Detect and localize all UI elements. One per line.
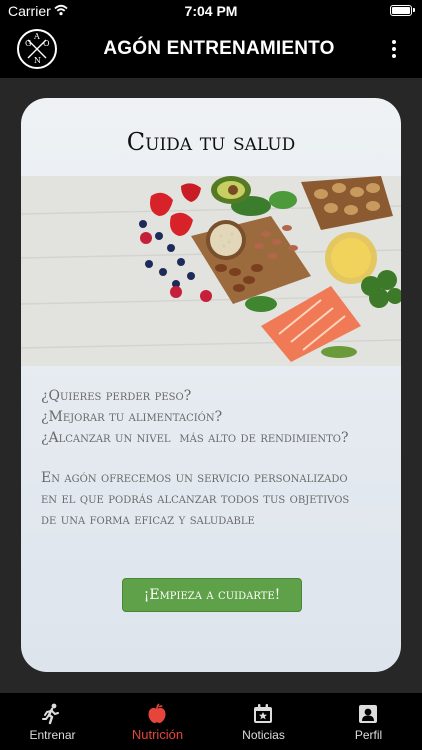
clock: 7:04 PM xyxy=(184,3,238,19)
healthy-food-image xyxy=(21,176,401,366)
tab-entrenar[interactable]: Entrenar xyxy=(0,693,105,750)
tab-noticias[interactable]: Noticias xyxy=(211,693,316,750)
battery-icon xyxy=(390,5,415,16)
apple-icon xyxy=(148,703,166,723)
tab-perfil[interactable]: Perfil xyxy=(316,693,421,750)
tab-label: Noticias xyxy=(242,728,285,742)
status-bar: Carrier 7:04 PM xyxy=(0,0,422,22)
calendar-star-icon xyxy=(254,704,272,723)
tab-label: Perfil xyxy=(354,728,383,742)
questions-text: ¿Quieres perder peso? ¿Mejorar tu alimen… xyxy=(41,386,391,449)
card-title: Cuida tu salud xyxy=(126,128,296,156)
question-line: ¿Alcanzar un nivel más alto de rendimien… xyxy=(41,430,349,446)
more-vertical-dot xyxy=(392,54,396,58)
offer-line: en el que podrás alcanzar todos tus obje… xyxy=(41,491,350,507)
page-title: AGÓN ENTRENAMIENTO xyxy=(0,38,422,60)
tab-nutricion[interactable]: Nutrición xyxy=(105,693,210,750)
more-vertical-icon xyxy=(392,40,396,44)
tab-label: Nutrición xyxy=(131,727,184,742)
start-care-button[interactable]: ¡Empieza a cuidarte! xyxy=(122,578,302,612)
nutrition-card: Cuida tu salud ¿Quieres perder peso? ¿Me… xyxy=(21,98,401,672)
nav-bar: G A O N AGÓN ENTRENAMIENTO xyxy=(0,22,422,78)
tab-bar: Entrenar Nutrición Noticias Perfil xyxy=(0,693,422,750)
contact-card-icon xyxy=(359,705,377,723)
offer-line: En agón ofrecemos un servicio personaliz… xyxy=(41,470,348,486)
offer-line: de una forma eficaz y saludable xyxy=(41,512,255,528)
offer-text: En agón ofrecemos un servicio personaliz… xyxy=(41,468,391,531)
running-person-icon xyxy=(42,703,59,725)
tab-label: Entrenar xyxy=(29,728,76,742)
more-vertical-dot xyxy=(392,47,396,51)
page-title-text: AGÓN ENTRENAMIENTO xyxy=(103,38,335,59)
more-options-button[interactable] xyxy=(386,38,402,62)
question-line: ¿Quieres perder peso? xyxy=(41,388,192,404)
question-line: ¿Mejorar tu alimentación? xyxy=(41,409,223,425)
